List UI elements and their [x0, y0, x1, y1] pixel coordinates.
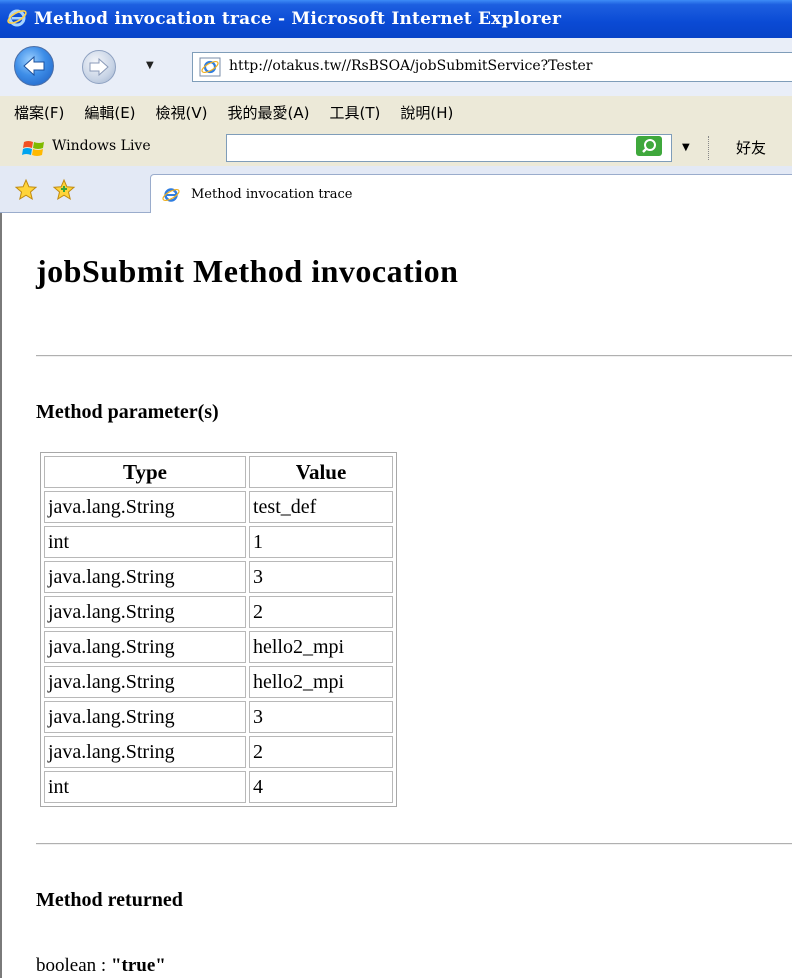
cell-type: java.lang.String — [44, 736, 246, 768]
history-dropdown-icon[interactable]: ▼ — [146, 60, 154, 71]
ie-tab-icon — [161, 186, 181, 209]
cell-value: 2 — [249, 596, 393, 628]
params-heading: Method parameter(s) — [36, 401, 219, 423]
page-heading: jobSubmit Method invocation — [36, 253, 459, 289]
tab-row: Method invocation trace — [0, 166, 792, 213]
page-icon — [199, 57, 221, 82]
windows-live-toolbar: Windows Live ▼ 好友 — [0, 128, 792, 166]
cell-type: java.lang.String — [44, 561, 246, 593]
menu-favorites[interactable]: 我的最愛(A) — [228, 102, 310, 123]
cell-value: hello2_mpi — [249, 631, 393, 663]
table-row: java.lang.String hello2_mpi — [44, 666, 393, 698]
back-button[interactable] — [14, 46, 54, 86]
table-row: java.lang.String test_def — [44, 491, 393, 523]
table-row: int 4 — [44, 771, 393, 803]
table-row: java.lang.String 3 — [44, 701, 393, 733]
menu-edit[interactable]: 編輯(E) — [84, 102, 135, 123]
return-type: boolean : — [36, 955, 111, 976]
table-row: java.lang.String 3 — [44, 561, 393, 593]
table-row: int 1 — [44, 526, 393, 558]
cell-type: java.lang.String — [44, 666, 246, 698]
tab-method-invocation-trace[interactable]: Method invocation trace — [150, 174, 792, 213]
parameters-table: Type Value java.lang.String test_def int 1 j… — [40, 452, 397, 807]
address-toolbar: ▼ http://otakus.tw//RsBSOA/jobSubmitServ… — [0, 38, 792, 97]
table-header-row: Type Value — [44, 456, 393, 488]
menu-view[interactable]: 檢視(V) — [156, 102, 208, 123]
column-header-type: Type — [44, 456, 246, 488]
menu-tools[interactable]: 工具(T) — [329, 102, 380, 123]
menu-help[interactable]: 說明(H) — [400, 102, 453, 123]
returned-heading: Method returned — [36, 889, 183, 911]
live-search-input[interactable] — [226, 134, 672, 162]
table-row: java.lang.String 2 — [44, 596, 393, 628]
friends-button[interactable]: 好友 — [736, 137, 766, 158]
cell-value: 3 — [249, 701, 393, 733]
ie-logo-icon — [6, 6, 28, 33]
search-go-icon[interactable] — [636, 136, 662, 156]
cell-value: 4 — [249, 771, 393, 803]
url-text: http://otakus.tw//RsBSOA/jobSubmitServic… — [229, 58, 593, 74]
return-value-line: boolean : "true" — [36, 955, 166, 977]
cell-type: java.lang.String — [44, 491, 246, 523]
divider — [36, 843, 792, 845]
windows-live-logo-icon — [22, 138, 46, 163]
page-content: jobSubmit Method invocation Method param… — [0, 213, 792, 978]
cell-value: test_def — [249, 491, 393, 523]
cell-type: int — [44, 771, 246, 803]
cell-value: 1 — [249, 526, 393, 558]
cell-type: java.lang.String — [44, 596, 246, 628]
table-row: java.lang.String hello2_mpi — [44, 631, 393, 663]
cell-value: 3 — [249, 561, 393, 593]
favorites-star-icon[interactable] — [14, 178, 38, 207]
add-favorites-icon[interactable] — [52, 178, 78, 207]
tab-label: Method invocation trace — [191, 187, 353, 202]
live-search-dropdown-icon[interactable]: ▼ — [682, 142, 690, 153]
divider — [36, 355, 792, 357]
column-header-value: Value — [249, 456, 393, 488]
cell-type: java.lang.String — [44, 701, 246, 733]
address-field[interactable]: http://otakus.tw//RsBSOA/jobSubmitServic… — [192, 52, 792, 82]
back-arrow-icon — [23, 55, 45, 77]
cell-value: 2 — [249, 736, 393, 768]
window-title: Method invocation trace - Microsoft Inte… — [34, 9, 562, 29]
return-value: "true" — [110, 955, 166, 976]
forward-button[interactable] — [82, 50, 116, 84]
cell-value: hello2_mpi — [249, 666, 393, 698]
windows-live-label: Windows Live — [52, 138, 151, 154]
toolbar-separator — [708, 136, 710, 160]
table-row: java.lang.String 2 — [44, 736, 393, 768]
forward-arrow-icon — [89, 57, 109, 77]
menu-file[interactable]: 檔案(F) — [14, 102, 64, 123]
cell-type: java.lang.String — [44, 631, 246, 663]
menu-bar: 檔案(F) 編輯(E) 檢視(V) 我的最愛(A) 工具(T) 說明(H) — [0, 96, 792, 128]
cell-type: int — [44, 526, 246, 558]
title-bar: Method invocation trace - Microsoft Inte… — [0, 0, 792, 38]
